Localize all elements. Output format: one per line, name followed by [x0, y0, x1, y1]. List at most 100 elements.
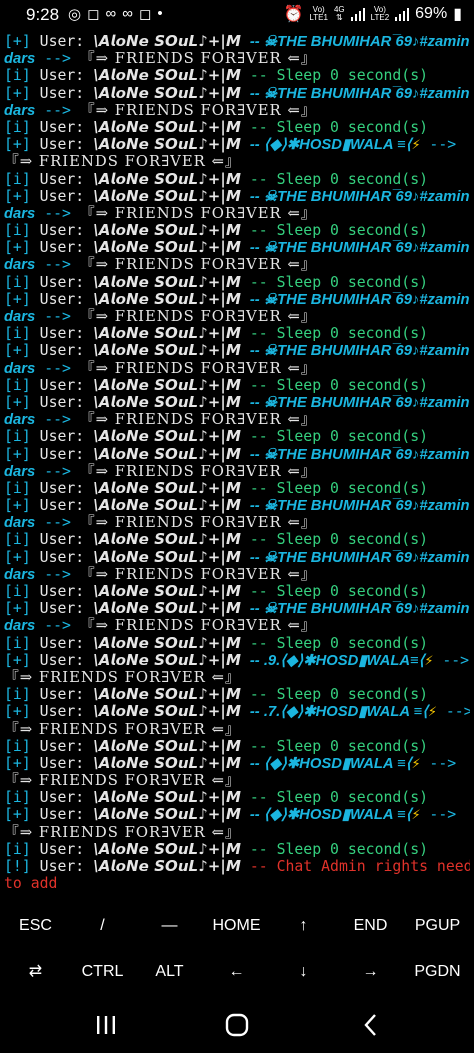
terminal-line: dars --> 『⇒ FRIENDS FOR∃VER ⇐』	[4, 50, 470, 67]
terminal-line: to add	[4, 875, 470, 892]
log-tag: [i]	[4, 634, 31, 652]
user-name: \𝘼𝙡𝙤𝙉𝙚 𝙎𝙊𝙪𝙇♪+|𝙈	[93, 754, 241, 772]
key-end[interactable]: END	[337, 903, 404, 949]
terminal-line: dars --> 『⇒ FRIENDS FOR∃VER ⇐』	[4, 463, 470, 480]
friends-tag: 『⇒ FRIENDS FOR∃VER ⇐』	[4, 823, 241, 841]
target-name: -- ☠THE BHUMIHAR ̅69♪#zamin	[249, 549, 470, 566]
user-name: \𝘼𝙡𝙤𝙉𝙚 𝙎𝙊𝙪𝙇♪+|𝙈	[93, 136, 241, 154]
user-label: User:	[39, 754, 85, 772]
terminal-line: dars --> 『⇒ FRIENDS FOR∃VER ⇐』	[4, 411, 470, 428]
user-label: User:	[39, 239, 85, 257]
user-name: \𝘼𝙡𝙤𝙉𝙚 𝙎𝙊𝙪𝙇♪+|𝙈	[93, 479, 241, 497]
terminal-output[interactable]: [+] User: \𝘼𝙡𝙤𝙉𝙚 𝙎𝙊𝙪𝙇♪+|𝙈 -- ☠THE BHUMIH…	[4, 33, 470, 893]
log-tag: [i]	[4, 325, 31, 343]
user-name: \𝘼𝙡𝙤𝙉𝙚 𝙎𝙊𝙪𝙇♪+|𝙈	[93, 548, 241, 566]
user-name: \𝘼𝙡𝙤𝙉𝙚 𝙎𝙊𝙪𝙇♪+|𝙈	[93, 789, 241, 807]
user-name: \𝘼𝙡𝙤𝙉𝙚 𝙎𝙊𝙪𝙇♪+|𝙈	[93, 222, 241, 240]
log-tag: [+]	[4, 497, 31, 515]
key-up[interactable]: ↑	[270, 903, 337, 949]
sleep-status: -- Sleep 0 second(s)	[249, 737, 429, 755]
key-right[interactable]: →	[337, 949, 404, 995]
key-ctrl[interactable]: CTRL	[69, 949, 136, 995]
extra-keys-row-1: ESC / — HOME ↑ END PGUP	[0, 903, 474, 949]
key-left[interactable]: ←	[203, 949, 270, 995]
target-name-cont: dars	[4, 412, 36, 429]
log-tag: [+]	[4, 600, 31, 618]
notification-icons: ◎ ◻ ∞ ∞ ◻ •	[68, 5, 163, 23]
key-dash[interactable]: —	[136, 903, 203, 949]
bolt-icon: ⚡	[411, 136, 421, 154]
target-name-cont: dars	[4, 463, 36, 480]
log-tag: [i]	[4, 789, 31, 807]
key-home[interactable]: HOME	[203, 903, 270, 949]
log-tag: [+]	[4, 342, 31, 360]
user-label: User:	[39, 428, 85, 446]
arrow: -->	[429, 136, 457, 154]
arrow: -->	[44, 514, 71, 532]
log-tag: [i]	[4, 222, 31, 240]
log-tag: [+]	[4, 290, 31, 308]
user-name: \𝘼𝙡𝙤𝙉𝙚 𝙎𝙊𝙪𝙇♪+|𝙈	[93, 428, 241, 446]
log-tag: [+]	[4, 806, 31, 824]
key-tab[interactable]: ⇄	[2, 949, 69, 995]
log-tag: [i]	[4, 273, 31, 291]
log-tag: [+]	[4, 651, 31, 669]
target-name-cont: dars	[4, 566, 36, 583]
key-slash[interactable]: /	[69, 903, 136, 949]
arrow: -->	[445, 703, 470, 721]
arrow: -->	[44, 411, 71, 429]
sim2-indicator: Vo) LTE2	[370, 5, 390, 22]
target-name: -- ☠THE BHUMIHAR ̅69♪#zamin	[249, 85, 470, 102]
key-pgup[interactable]: PGUP	[404, 903, 471, 949]
friends-tag: 『⇒ FRIENDS FOR∃VER ⇐』	[79, 617, 317, 635]
terminal-line: [+] User: \𝘼𝙡𝙤𝙉𝙚 𝙎𝙊𝙪𝙇♪+|𝙈 -- ☠THE BHUMIH…	[4, 291, 470, 308]
terminal-line: [!] User: \𝘼𝙡𝙤𝙉𝙚 𝙎𝙊𝙪𝙇♪+|𝙈 -- Chat Admin …	[4, 858, 470, 875]
key-pgdn[interactable]: PGDN	[404, 949, 471, 995]
user-name: \𝘼𝙡𝙤𝙉𝙚 𝙎𝙊𝙪𝙇♪+|𝙈	[93, 325, 241, 343]
user-name: \𝘼𝙡𝙤𝙉𝙚 𝙎𝙊𝙪𝙇♪+|𝙈	[93, 497, 241, 515]
terminal-line: 『⇒ FRIENDS FOR∃VER ⇐』	[4, 153, 470, 170]
key-down[interactable]: ↓	[270, 949, 337, 995]
key-alt[interactable]: ALT	[136, 949, 203, 995]
log-tag: [!]	[4, 858, 31, 875]
arrow: -->	[44, 308, 71, 325]
log-tag: [i]	[4, 531, 31, 549]
log-tag: [i]	[4, 67, 31, 85]
user-label: User:	[39, 136, 85, 154]
terminal-line: [+] User: \𝘼𝙡𝙤𝙉𝙚 𝙎𝙊𝙪𝙇♪+|𝙈 -- .7.⟨◆⟩✱HOSD…	[4, 703, 470, 720]
home-icon[interactable]	[225, 1013, 249, 1037]
user-label: User:	[39, 393, 85, 411]
back-icon[interactable]	[360, 1013, 384, 1037]
terminal-line: dars --> 『⇒ FRIENDS FOR∃VER ⇐』	[4, 514, 470, 531]
user-name: \𝘼𝙡𝙤𝙉𝙚 𝙎𝙊𝙪𝙇♪+|𝙈	[93, 33, 241, 50]
friends-tag: 『⇒ FRIENDS FOR∃VER ⇐』	[4, 720, 241, 738]
terminal-line: [+] User: \𝘼𝙡𝙤𝙉𝙚 𝙎𝙊𝙪𝙇♪+|𝙈 -- ☠THE BHUMIH…	[4, 342, 470, 359]
key-esc[interactable]: ESC	[2, 903, 69, 949]
sleep-status: -- Sleep 0 second(s)	[249, 67, 429, 85]
sleep-status: -- Sleep 0 second(s)	[249, 118, 429, 136]
terminal-line: [+] User: \𝘼𝙡𝙤𝙉𝙚 𝙎𝙊𝙪𝙇♪+|𝙈 -- ☠THE BHUMIH…	[4, 497, 470, 514]
arrow: -->	[44, 101, 71, 119]
terminal-line: [i] User: \𝘼𝙡𝙤𝙉𝙚 𝙎𝙊𝙪𝙇♪+|𝙈 -- Sleep 0 sec…	[4, 686, 470, 703]
user-label: User:	[39, 33, 85, 50]
terminal-line: [i] User: \𝘼𝙡𝙤𝙉𝙚 𝙎𝙊𝙪𝙇♪+|𝙈 -- Sleep 0 sec…	[4, 428, 470, 445]
log-tag: [i]	[4, 479, 31, 497]
target-name: -- ☠THE BHUMIHAR ̅69♪#zamin	[249, 601, 470, 618]
log-tag: [i]	[4, 583, 31, 600]
target-name: -- ☠THE BHUMIHAR ̅69♪#zamin	[249, 498, 470, 515]
arrow: -->	[44, 359, 71, 377]
user-name: \𝘼𝙡𝙤𝙉𝙚 𝙎𝙊𝙪𝙇♪+|𝙈	[93, 583, 241, 600]
bolt-icon: ⚡	[411, 754, 421, 772]
terminal-line: dars --> 『⇒ FRIENDS FOR∃VER ⇐』	[4, 102, 470, 119]
user-label: User:	[39, 789, 85, 807]
user-name: \𝘼𝙡𝙤𝙉𝙚 𝙎𝙊𝙪𝙇♪+|𝙈	[93, 273, 241, 291]
recent-apps-icon[interactable]	[94, 1013, 118, 1037]
arrow: -->	[44, 50, 71, 68]
sleep-status: -- Sleep 0 second(s)	[249, 634, 429, 652]
user-name: \𝘼𝙡𝙤𝙉𝙚 𝙎𝙊𝙪𝙇♪+|𝙈	[93, 840, 241, 858]
error-message-cont: to add	[4, 875, 58, 893]
sleep-status: -- Sleep 0 second(s)	[249, 325, 429, 343]
terminal-line: 『⇒ FRIENDS FOR∃VER ⇐』	[4, 772, 470, 789]
terminal-line: [+] User: \𝘼𝙡𝙤𝙉𝙚 𝙎𝙊𝙪𝙇♪+|𝙈 -- ☠THE BHUMIH…	[4, 188, 470, 205]
bolt-icon: ⚡	[424, 651, 434, 669]
